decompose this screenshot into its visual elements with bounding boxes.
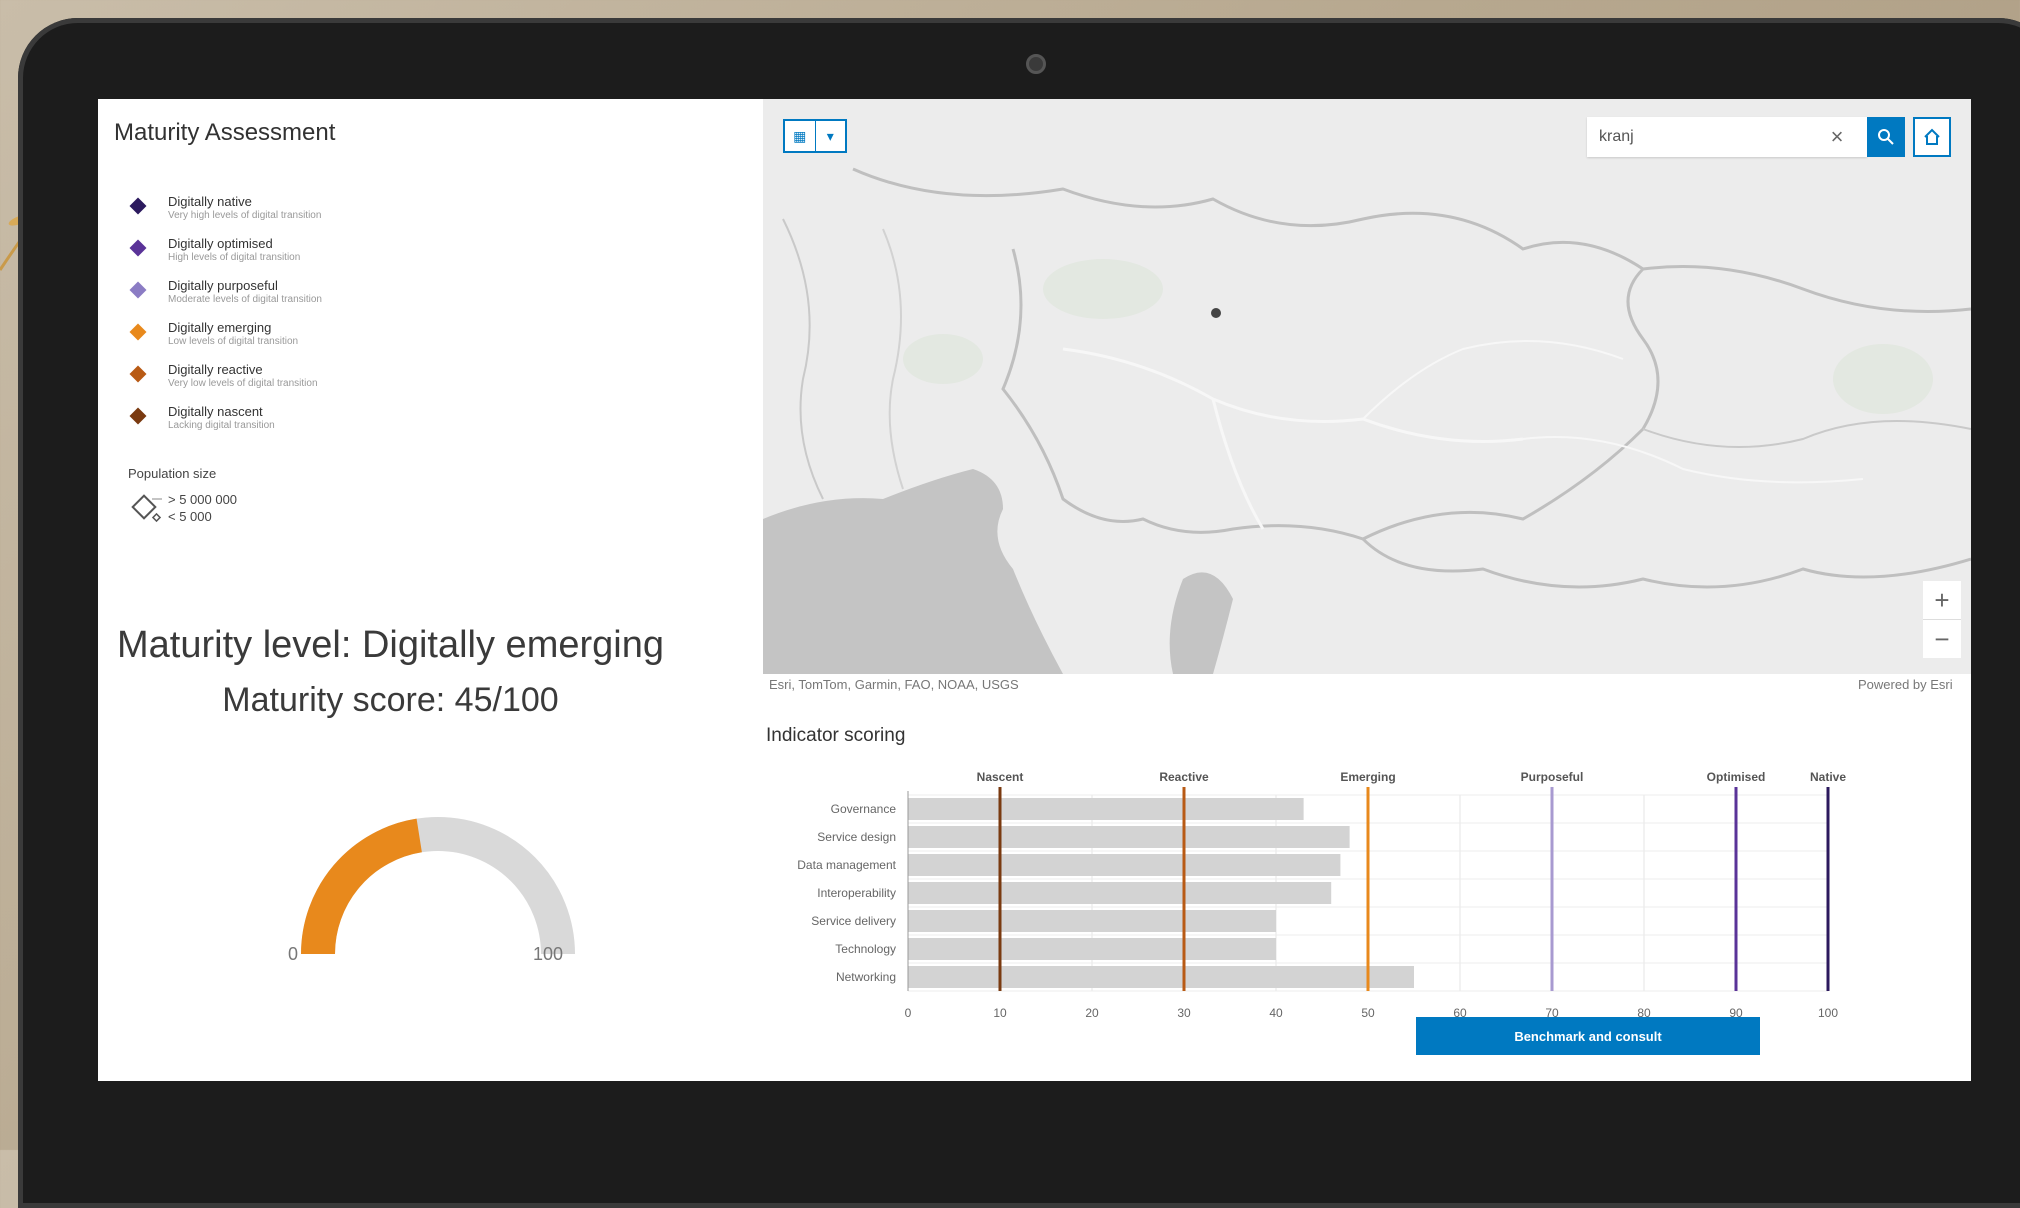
diamond-icon (129, 407, 147, 425)
y-category-label: Service design (817, 830, 896, 844)
benchmark-consult-button[interactable]: Benchmark and consult (1416, 1017, 1760, 1055)
y-category-label: Interoperability (817, 886, 896, 900)
search-button[interactable] (1867, 117, 1905, 157)
x-tick-label: 50 (1361, 1006, 1375, 1019)
reference-label: Purposeful (1521, 770, 1584, 784)
zoom-in-button[interactable]: + (1923, 581, 1961, 620)
chevron-down-icon[interactable]: ▾ (814, 121, 846, 151)
powered-by-esri[interactable]: Powered by Esri (1858, 677, 1953, 692)
diamond-icon (129, 281, 147, 299)
basemap-toolbar[interactable]: ▦ ▾ (783, 119, 847, 153)
legend-description: Low levels of digital transition (168, 336, 299, 347)
x-tick-label: 40 (1269, 1006, 1283, 1019)
basemap-gallery-icon[interactable]: ▦ (785, 121, 815, 151)
panel-title: Maturity Assessment (114, 119, 336, 146)
x-tick-label: 20 (1085, 1006, 1099, 1019)
reference-label: Reactive (1159, 770, 1209, 784)
maturity-score-heading: Maturity score: 45/100 (222, 681, 559, 719)
x-tick-label: 10 (993, 1006, 1007, 1019)
search-icon (1878, 129, 1894, 145)
diamond-icon (129, 239, 147, 257)
population-size-title: Population size (128, 466, 217, 481)
diamond-icon (129, 365, 147, 383)
legend-description: Moderate levels of digital transition (168, 294, 322, 305)
webcam (1026, 54, 1046, 74)
legend-label: Digitally emerging (168, 320, 272, 335)
bar (908, 966, 1414, 988)
reference-label: Nascent (977, 770, 1024, 784)
legend-label: Digitally purposeful (168, 278, 278, 293)
map-attribution: Esri, TomTom, Garmin, FAO, NOAA, USGS (769, 677, 1019, 692)
gauge-min-label: 0 (288, 944, 299, 964)
bar (908, 854, 1341, 876)
y-category-label: Service delivery (811, 914, 896, 928)
population-large-label: > 5 000 000 (168, 492, 238, 507)
map-view[interactable]: ▦ ▾ × + − (763, 99, 1971, 674)
diamond-icon (129, 197, 147, 215)
bar (908, 798, 1304, 820)
legend-label: Digitally nascent (168, 404, 263, 419)
y-category-label: Data management (797, 858, 896, 872)
gauge-max-label: 100 (533, 944, 564, 964)
zoom-out-button[interactable]: − (1923, 620, 1961, 658)
app-screen: Maturity Assessment Digitally native Ver… (98, 99, 1971, 1081)
legend-description: Lacking digital transition (168, 420, 275, 431)
y-category-label: Technology (835, 942, 896, 956)
basemap (763, 99, 1971, 674)
legend-description: Very high levels of digital transition (168, 210, 322, 221)
legend-description: High levels of digital transition (168, 252, 301, 263)
legend-label: Digitally native (168, 194, 252, 209)
bar (908, 910, 1276, 932)
reference-label: Native (1810, 770, 1846, 784)
close-icon[interactable]: × (1821, 124, 1853, 150)
legend-label: Digitally reactive (168, 362, 263, 377)
bar (908, 938, 1276, 960)
chart-title: Indicator scoring (766, 725, 906, 746)
gauge-fill (301, 818, 423, 955)
population-small-label: < 5 000 (168, 509, 212, 524)
home-button[interactable] (1913, 117, 1951, 157)
x-tick-label: 0 (905, 1006, 912, 1019)
reference-label: Optimised (1707, 770, 1766, 784)
search-box[interactable]: × (1587, 117, 1867, 157)
legend-label: Digitally optimised (168, 236, 273, 251)
diamond-icon (129, 323, 147, 341)
y-category-label: Networking (836, 970, 896, 984)
maturity-level-heading: Maturity level: Digitally emerging (117, 624, 664, 666)
home-icon (1924, 128, 1940, 145)
bar (908, 826, 1350, 848)
search-input[interactable] (1597, 127, 1821, 147)
y-category-label: Governance (831, 802, 897, 816)
x-tick-label: 100 (1818, 1006, 1838, 1019)
population-size-icon (131, 494, 162, 523)
bar (908, 882, 1332, 904)
legend-description: Very low levels of digital transition (168, 378, 318, 389)
indicator-scoring-chart: 0 10 20 30 40 50 60 70 80 90 100GovernanceService … (797, 770, 1846, 1019)
x-tick-label: 30 (1177, 1006, 1191, 1019)
reference-label: Emerging (1340, 770, 1395, 784)
